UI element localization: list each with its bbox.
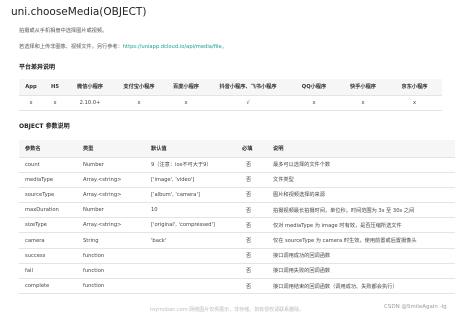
platform-col-header: App (19, 79, 43, 96)
platform-table: App H5 微信小程序 支付宝小程序 百度小程序 抖音小程序、飞书小程序 QQ小程序 快手小… (19, 79, 442, 111)
params-col-header: 默认值 (145, 140, 236, 158)
params-cell: success (19, 248, 77, 264)
params-cell: 否 (236, 263, 267, 280)
params-table: 参数名 类型 默认值 必填 说明 count Number 9（注意：ios不可大于9）否最… (19, 140, 455, 295)
params-cell: 图片和视频选择的来源 (267, 187, 455, 204)
params-cell: sourceType (19, 187, 77, 204)
params-col-header: 说明 (267, 140, 455, 158)
params-cell: 10 (145, 202, 236, 219)
params-cell: sizeType (19, 217, 77, 234)
params-cell: complete (19, 278, 77, 295)
params-cell: function (77, 278, 145, 295)
platform-cell: x (113, 95, 165, 111)
params-cell: 否 (236, 202, 267, 219)
params-cell: 仅对 mediaType 为 image 时有效，是否压缩所选文件 (267, 217, 455, 234)
page-title: uni.chooseMedia(OBJECT) (11, 6, 147, 18)
params-cell: 9（注意：ios不可大于9） (145, 157, 236, 173)
table-row: camera String'back' 否仅在 sourceType 为 camer… (19, 232, 455, 249)
table-row: sourceType Array.<string> ['album', 'camer… (19, 187, 455, 204)
params-col-header: 参数名 (19, 140, 77, 158)
params-cell (145, 278, 236, 295)
watermark-right: CSDN @SmileAgain -lg (384, 304, 447, 310)
table-row: fail function 否接口调用失败的回调函数 (19, 263, 455, 280)
params-table-header: 参数名 类型 默认值 必填 说明 (19, 140, 455, 158)
doc-link[interactable]: https://uniapp.dcloud.io/api/media/file。 (123, 44, 227, 50)
params-cell: 否 (236, 187, 267, 204)
params-cell: 接口调用成功的回调函数 (267, 248, 455, 264)
params-col-header: 必填 (236, 140, 267, 158)
platform-col-header: 抖音小程序、飞书小程序 (207, 79, 289, 96)
table-row: mediaType Array.<string> ['image', 'video'… (19, 172, 455, 188)
params-cell: 文件类型 (267, 172, 455, 188)
params-cell: function (77, 248, 145, 264)
params-cell: ['album', 'camera'] (145, 187, 236, 204)
params-cell: Array.<string> (77, 187, 145, 204)
platform-col-header: 百度小程序 (165, 79, 207, 96)
platform-table-header: App H5 微信小程序 支付宝小程序 百度小程序 抖音小程序、飞书小程序 QQ小程序 快手小… (19, 79, 442, 96)
params-cell: Number (77, 202, 145, 219)
params-cell: 拍摄视频最长拍摄时间，单位秒。时间范围为 3s 至 30s 之间 (267, 202, 455, 219)
params-cell: count (19, 157, 77, 173)
params-heading: OBJECT 参数说明 (19, 123, 70, 130)
platform-cell: x (289, 95, 339, 111)
table-row: success function 否接口调用成功的回调函数 (19, 248, 455, 264)
params-cell: fail (19, 263, 77, 280)
params-cell: 接口调用结束的回调函数（调用成功、失败都会执行） (267, 278, 455, 295)
table-row: sizeType Array.<string> ['original', 'comp… (19, 217, 455, 234)
params-cell: 否 (236, 232, 267, 249)
platform-cell: x (43, 95, 67, 111)
params-cell: 否 (236, 172, 267, 188)
platform-col-header: 微信小程序 (67, 79, 113, 96)
table-row: complete function 否接口调用结束的回调函数（调用成功、失败都会执行… (19, 278, 455, 295)
platform-cell: 2.10.0+ (67, 95, 113, 111)
intro-text: 拍摄或从手机相册中选择图片或视频。 (19, 28, 108, 34)
params-cell: 接口调用失败的回调函数 (267, 263, 455, 280)
params-cell: String (77, 232, 145, 249)
platform-cell: x (165, 95, 207, 111)
platform-col-header: 快手小程序 (339, 79, 387, 96)
params-cell: Array.<string> (77, 217, 145, 234)
platform-col-header: QQ小程序 (289, 79, 339, 96)
platform-cell: x (387, 95, 442, 111)
table-row: maxDuration Number 10 否拍摄视频最长拍摄时间，单位秒。时间范围为… (19, 202, 455, 219)
params-cell: 仅在 sourceType 为 camera 时生效，使用前置或后置摄像头 (267, 232, 455, 249)
platform-col-header: H5 (43, 79, 67, 96)
platform-cell: √ (207, 95, 289, 111)
params-cell: 'back' (145, 232, 236, 249)
params-cell: 否 (236, 278, 267, 295)
platform-col-header: 支付宝小程序 (113, 79, 165, 96)
params-cell: ['original', 'compressed'] (145, 217, 236, 234)
platform-cell: x (19, 95, 43, 111)
params-cell: 否 (236, 217, 267, 234)
params-cell: Number (77, 157, 145, 173)
params-col-header: 类型 (77, 140, 145, 158)
params-cell: function (77, 263, 145, 280)
platform-col-header: 京东小程序 (387, 79, 442, 96)
params-cell: maxDuration (19, 202, 77, 219)
params-cell: camera (19, 232, 77, 249)
params-cell (145, 263, 236, 280)
watermark-left: toymoban.com 网络图片仅供展示，非存储，如有侵权请联系删除。 (150, 307, 305, 313)
migrate-prefix: 若选择和上传非图像、视频文件，另行参考： (19, 44, 123, 50)
params-cell: mediaType (19, 172, 77, 188)
params-cell: 否 (236, 157, 267, 173)
params-cell: 否 (236, 248, 267, 264)
params-cell: ['image', 'video'] (145, 172, 236, 188)
migrate-note: 若选择和上传非图像、视频文件，另行参考：https://uniapp.dclou… (19, 43, 227, 50)
platform-cell: x (339, 95, 387, 111)
platform-heading: 平台差异说明 (19, 64, 56, 71)
params-cell: Array.<string> (77, 172, 145, 188)
table-row: count Number 9（注意：ios不可大于9）否最多可以选择的文件个数 (19, 157, 455, 173)
platform-table-row: x x 2.10.0+ x x √ x x x (19, 95, 442, 111)
params-cell (145, 248, 236, 264)
params-cell: 最多可以选择的文件个数 (267, 157, 455, 173)
